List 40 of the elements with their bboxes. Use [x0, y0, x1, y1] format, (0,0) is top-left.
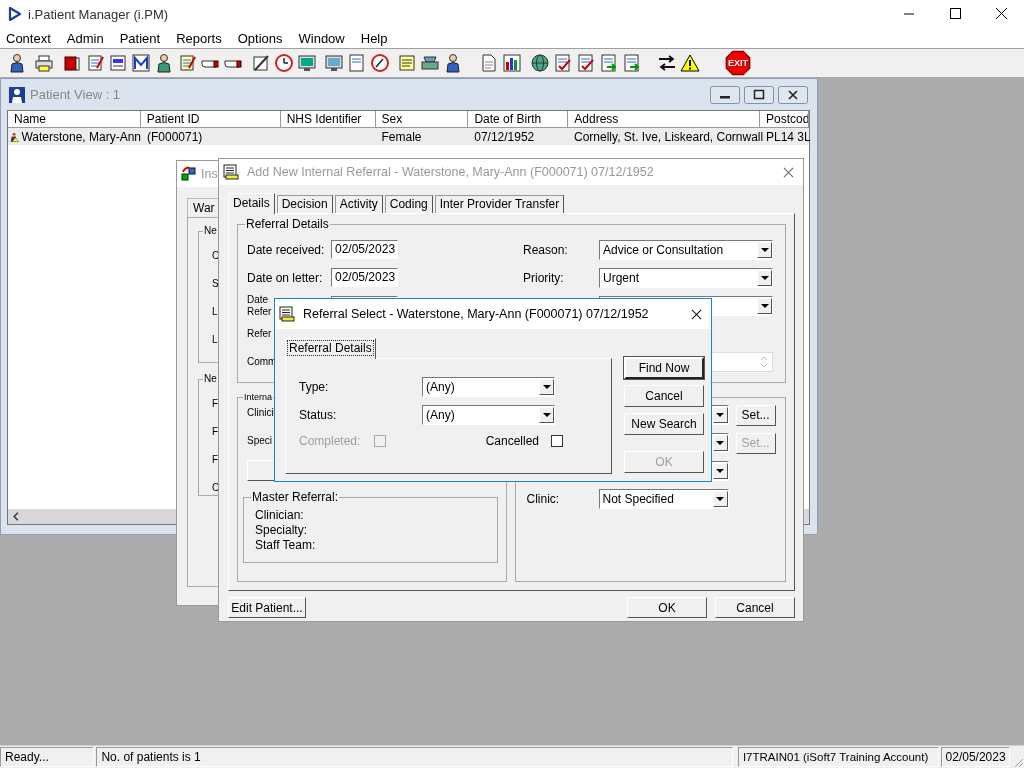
field-label: Date received:	[247, 242, 326, 257]
field-label: F	[212, 397, 219, 411]
field-label: Date	[247, 293, 269, 306]
checkbox-label: Cancelled	[485, 434, 539, 448]
status-text: No. of patients is 1	[96, 747, 733, 767]
table-cell: 07/12/1952	[474, 129, 535, 144]
window-title: Add New Internal Referral - Waterstone, Mary-Ann (F000071) 07/12/1952	[247, 165, 654, 179]
table-cell: PL14 3L	[766, 129, 811, 144]
field-label: Date on letter:	[247, 270, 324, 285]
group-label: Referral Details	[245, 217, 330, 231]
field-label: Speci	[247, 434, 272, 448]
table-cell: (F000071)	[147, 129, 203, 144]
table-cell: Waterstone, Mary-Ann	[21, 129, 141, 144]
field-label: F	[212, 425, 219, 439]
field-label: Priority:	[523, 270, 565, 285]
window-title: Referral Select - Waterstone, Mary-Ann (F000071) 07/12/1952	[303, 307, 649, 321]
field-label: Refer	[247, 305, 272, 318]
status-text: Ready...	[0, 747, 95, 767]
window-title: Patient View : 1	[30, 87, 121, 102]
field-label: Clinic:	[526, 492, 561, 506]
field-label: L	[212, 305, 218, 319]
group-label: Master Referral:	[251, 490, 340, 504]
field-label: S	[212, 277, 219, 291]
checkbox-label: Completed:	[299, 434, 361, 448]
table-cell: Cornelly, St. Ive, Liskeard, Cornwall	[574, 129, 764, 144]
field-label: Type:	[299, 380, 330, 394]
field-label: F	[212, 453, 219, 467]
status-text: I7TRAIN01 (iSoft7 Training Account)	[737, 747, 939, 767]
field-label: Clinici	[247, 406, 274, 420]
field-label: L	[212, 333, 218, 347]
field-label: Specialty:	[255, 523, 309, 538]
window-title: Ins	[201, 167, 218, 181]
window-title: i.Patient Manager (i.PM)	[28, 6, 169, 22]
field-label: Staff Team:	[255, 538, 317, 553]
status-text: 02/05/2023	[940, 747, 1011, 767]
table-cell: Female	[381, 129, 422, 144]
field-label: Status:	[299, 408, 338, 422]
field-label: Clinician:	[255, 508, 305, 523]
field-label: Reason:	[523, 242, 569, 257]
field-label: Refer	[247, 328, 272, 339]
